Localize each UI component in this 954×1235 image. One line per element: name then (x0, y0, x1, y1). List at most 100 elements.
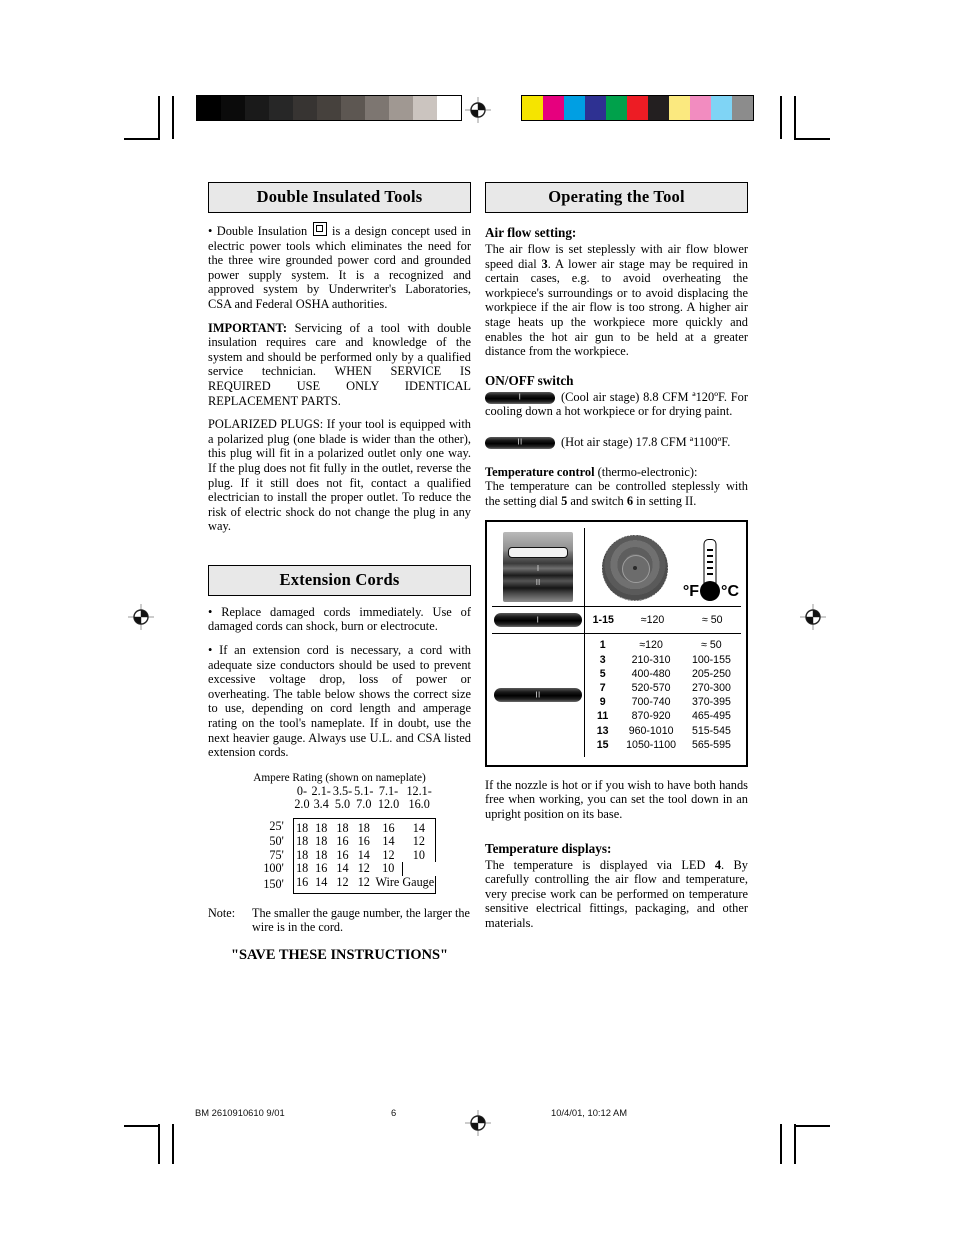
gray-patch-6 (341, 96, 365, 120)
subheading-air-flow-setting: Air flow setting: (485, 225, 577, 240)
gauge-cell: 16 (336, 834, 349, 849)
celsius-value: 515-545 (691, 724, 731, 737)
gauge-cell: 12 (357, 861, 370, 876)
crop-mark-bottom-right-v2 (780, 1124, 782, 1164)
color-patch-0 (522, 96, 543, 120)
section-heading-extension-cords: Extension Cords (208, 564, 471, 596)
table-row: 1-15 ≈120 ≈ 50 (585, 613, 741, 627)
table-row: 75' 18 18 16 14 12 10 (243, 847, 437, 863)
table-row: 5 400-480 205-250 (585, 667, 741, 681)
double-insulation-bullet-prefix: • Double Insulation (208, 224, 312, 238)
gray-patch-4 (293, 96, 317, 120)
registration-mark-left (128, 604, 154, 630)
rotary-dial-icon (601, 535, 668, 602)
gauge-cell: 16 (374, 817, 403, 836)
switch-stage-one-mark: I (518, 392, 522, 402)
gauge-cell: 16 (357, 834, 370, 849)
celsius-value: 270-300 (691, 681, 731, 694)
thermometer-tick-3 (707, 561, 714, 563)
setting-value: 13 (596, 724, 609, 737)
stage-one-fahrenheit: ≈120 (640, 614, 665, 627)
paragraph-nozzle-upright: If the nozzle is hot or if you wish to h… (485, 777, 748, 821)
subheading-on-off-switch: ON/OFF switch (485, 372, 574, 388)
fahrenheit-value: ≈120 (639, 639, 663, 652)
gray-patch-2 (245, 96, 269, 120)
footer-document-code: BM 2610910610 9/01 (195, 1107, 285, 1118)
document-page: Double Insulated Tools • Double Insulati… (0, 0, 954, 1235)
gauge-cell: 18 (292, 862, 311, 876)
crop-mark-bottom-right-h (794, 1125, 830, 1127)
switch-stage-two-mark: II (517, 437, 523, 447)
gauge-cell: 18 (353, 817, 375, 836)
gauge-cell: 14 (382, 834, 395, 849)
dial-and-units-cell: °F °C (585, 528, 742, 607)
stage-two-values-table: 1 ≈120 ≈ 50 3 210-310 100-155 5 400-480 205-250 7… (585, 638, 741, 752)
celsius-value: 370-395 (691, 696, 731, 709)
gauge-cell: 12 (382, 847, 395, 862)
setting-value: 11 (597, 710, 609, 723)
save-these-instructions: "SAVE THESE INSTRUCTIONS" (231, 947, 448, 964)
gauge-cell: 16 (315, 861, 328, 876)
gauge-cell: 12 (402, 835, 437, 849)
gauge-cell: 18 (331, 817, 354, 836)
gauge-cell: 18 (292, 848, 311, 863)
stage-one-icon-cell: I (492, 606, 585, 634)
gauge-cell: 12 (331, 875, 354, 894)
stage-two-switch-icon: II (494, 688, 582, 703)
stage-one-values-cell: 1-15 ≈120 ≈ 50 (584, 606, 741, 634)
cord-length-label: 50' (269, 834, 284, 849)
stage-one-switch-mark: I (536, 615, 540, 625)
thermometer-tick-1 (707, 549, 714, 551)
gauge-cell: 16 (336, 847, 349, 862)
switch-stage-one-icon: I (485, 391, 555, 404)
col-header-bot-2: 5.0 (334, 797, 351, 812)
left-column: Double Insulated Tools • Double Insulati… (208, 182, 471, 964)
setting-value: 5 (599, 667, 606, 680)
crop-mark-bottom-left-v2 (172, 1124, 174, 1164)
temperature-figure-table: I II °F °C I 1-15 ≈120 ≈ 50 II 1 ≈120 ≈ … (492, 528, 741, 757)
gauge-cell: 18 (310, 817, 332, 836)
right-column: Operating the Tool Air flow setting: The… (485, 182, 748, 940)
temperature-settings-figure: I II °F °C I 1-15 ≈120 ≈ 50 II 1 ≈120 ≈ … (485, 520, 748, 767)
registration-mark-right (800, 604, 826, 630)
setting-value: 1 (599, 639, 606, 652)
temperature-control-text-c: in setting II. (633, 493, 697, 508)
paragraph-important: IMPORTANT: Servicing of a tool with doub… (208, 321, 471, 409)
color-patch-3 (585, 96, 606, 120)
col-header-top-4: 7.1- (378, 783, 399, 798)
paragraph-double-insulation: • Double Insulation is a design concept … (208, 222, 471, 312)
ampere-rating-table: 0- 2.1- 3.5- 5.1- 7.1- 12.1- 2.0 3.4 5.0… (243, 783, 437, 894)
col-header-bot-1: 3.4 (313, 797, 329, 812)
setting-value: 15 (596, 738, 609, 751)
gray-patch-1 (221, 96, 245, 120)
crop-mark-top-right-v2 (780, 96, 782, 139)
celsius-value: 100-155 (691, 653, 731, 666)
header-spacer (243, 785, 294, 798)
table-row: 7 520-570 270-300 (585, 681, 741, 695)
gauge-cell: 12 (353, 875, 375, 894)
fahrenheit-value: 400-480 (631, 667, 671, 680)
switch-stage-two-icon: II (485, 437, 555, 450)
gauge-cell: 14 (357, 847, 370, 862)
stage-one-celsius: ≈ 50 (701, 614, 723, 627)
crop-mark-top-left-v (158, 96, 160, 139)
color-patch-7 (669, 96, 690, 120)
gray-patch-9 (413, 96, 437, 120)
gauge-cell: 10 (374, 862, 404, 876)
switch-knob (508, 547, 568, 559)
table-row: 15 1050-1100 565-595 (585, 738, 741, 752)
note-text: The smaller the gauge number, the larger… (252, 905, 470, 934)
note-label: Note: (208, 905, 236, 920)
hot-air-stage-text: (Hot air stage) 17.8 CFM ª1100ºF. (561, 434, 731, 449)
paragraph-extension-cord-sizing: • If an extension cord is necessary, a c… (208, 643, 471, 760)
gauge-cell: 18 (292, 835, 311, 849)
table-row: 3 210-310 100-155 (585, 653, 741, 667)
celsius-value: ≈ 50 (701, 639, 722, 652)
color-patch-9 (711, 96, 732, 120)
color-patch-6 (648, 96, 669, 120)
color-patch-1 (543, 96, 564, 120)
thermometer-tick-4 (707, 567, 714, 569)
paragraph-cool-air-stage: I (Cool air stage) 8.8 CFM ª120ºF. For c… (485, 390, 748, 419)
thermometer-tick-5 (707, 573, 714, 575)
unit-celsius-label: °C (721, 583, 739, 601)
